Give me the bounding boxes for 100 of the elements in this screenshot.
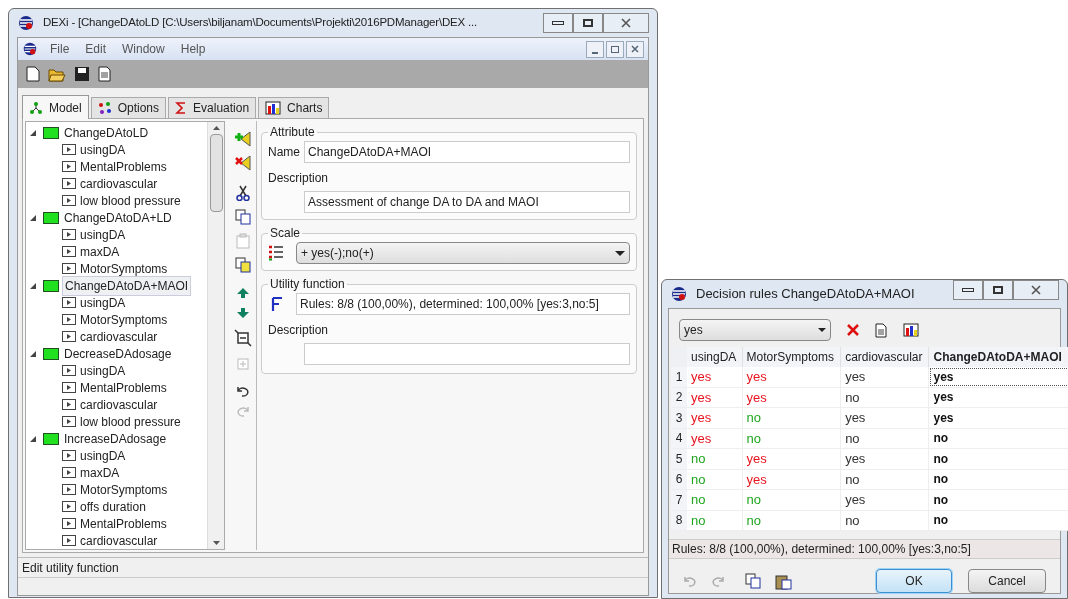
row-number: 1 xyxy=(671,367,687,387)
tree-item[interactable]: cardiovascular xyxy=(80,174,158,193)
description-field[interactable] xyxy=(304,343,630,365)
menu-item[interactable]: Help xyxy=(180,40,206,58)
paste-icon[interactable] xyxy=(775,572,792,590)
attribute-icon xyxy=(62,297,76,308)
column-header[interactable]: cardiovascular xyxy=(840,347,929,367)
table-cell: no xyxy=(929,510,1068,531)
scroll-up-icon[interactable] xyxy=(212,126,220,130)
attribute-icon xyxy=(62,416,76,427)
tree-item[interactable]: ChangeDAtoLD xyxy=(62,123,151,142)
document-icon[interactable] xyxy=(98,66,111,82)
table-cell: no xyxy=(742,510,841,531)
group-heading: Attribute xyxy=(269,124,316,141)
table-cell: yes xyxy=(687,407,743,428)
aggregate-icon xyxy=(43,432,59,445)
copy-icon[interactable] xyxy=(745,573,761,589)
description-field[interactable]: Assessment of change DA to DA and MAOI xyxy=(304,191,630,213)
close-button[interactable] xyxy=(626,40,644,58)
tree-item[interactable]: usingDA xyxy=(80,293,126,312)
move-down-icon[interactable] xyxy=(235,307,250,319)
tree-item[interactable]: low blood pressure xyxy=(80,191,181,210)
tree-item[interactable]: MotorSymptoms xyxy=(80,310,168,329)
tree-item[interactable]: usingDA xyxy=(80,140,126,159)
table-cell: yes xyxy=(929,387,1068,408)
tree-item[interactable]: maxDA xyxy=(80,463,120,482)
tree-item[interactable]: cardiovascular xyxy=(80,531,158,549)
tree-item[interactable]: ChangeDAtoDA+MAOI xyxy=(62,275,192,296)
tree-item[interactable]: usingDA xyxy=(80,446,126,465)
collapse-icon[interactable] xyxy=(233,329,252,347)
field-label: Description xyxy=(268,170,330,187)
move-up-icon[interactable] xyxy=(235,287,250,299)
tree-item[interactable]: DecreaseDAdosage xyxy=(62,344,174,363)
table-cell: yes xyxy=(687,428,743,449)
menu-item[interactable]: Edit xyxy=(85,40,107,58)
copy-icon[interactable] xyxy=(234,209,251,225)
tree-item[interactable]: MentalProblems xyxy=(80,157,167,176)
save-icon[interactable] xyxy=(74,66,90,82)
cut-icon[interactable] xyxy=(235,185,250,201)
column-header[interactable]: usingDA xyxy=(687,347,743,367)
tree-item[interactable]: low blood pressure xyxy=(80,412,181,431)
expanded-icon[interactable] xyxy=(30,282,36,289)
scrollbar-thumb[interactable] xyxy=(209,134,223,212)
menu-item[interactable]: File xyxy=(50,40,70,58)
minimize-button[interactable] xyxy=(953,280,983,300)
field-label: Name xyxy=(268,144,300,161)
tab[interactable]: Evaluation xyxy=(168,97,257,118)
tree-item[interactable]: MotorSymptoms xyxy=(80,259,168,278)
undo-icon[interactable] xyxy=(235,385,250,397)
column-header[interactable]: MotorSymptoms xyxy=(742,347,841,367)
tree-item[interactable]: IncreaseDAdosage xyxy=(62,429,169,448)
tree-item[interactable]: offs duration xyxy=(80,497,146,516)
tree-item[interactable]: cardiovascular xyxy=(80,395,158,414)
maximize-button[interactable] xyxy=(983,280,1013,300)
copy-icon[interactable] xyxy=(234,257,251,273)
new-file-icon[interactable] xyxy=(26,66,40,82)
tab[interactable]: Model xyxy=(22,95,89,119)
minimize-button[interactable] xyxy=(543,13,573,33)
chart-icon xyxy=(265,101,282,115)
document-icon[interactable] xyxy=(875,322,887,338)
expanded-icon[interactable] xyxy=(30,214,36,221)
expanded-icon[interactable] xyxy=(30,350,36,357)
utility-function-field[interactable]: Rules: 8/8 (100,00%), determined: 100,00% [yes:3,no:5] xyxy=(296,293,630,315)
expanded-icon[interactable] xyxy=(30,129,36,136)
attribute-icon xyxy=(62,331,76,342)
tab[interactable]: Charts xyxy=(258,97,330,118)
tree-item[interactable]: cardiovascular xyxy=(80,327,158,346)
tree-item[interactable]: usingDA xyxy=(80,225,126,244)
tree-item[interactable]: usingDA xyxy=(80,361,126,380)
tree-item[interactable]: MentalProblems xyxy=(80,378,167,397)
table-cell: yes xyxy=(840,367,929,387)
attribute-icon xyxy=(62,263,76,274)
scale-dropdown[interactable]: + yes(-);no(+) xyxy=(296,242,630,264)
tab[interactable]: Options xyxy=(90,97,167,118)
scrollbar[interactable] xyxy=(207,122,224,549)
expanded-icon[interactable] xyxy=(30,435,36,442)
tree-item[interactable]: maxDA xyxy=(80,242,120,261)
delete-icon[interactable] xyxy=(847,324,859,336)
restore-button[interactable] xyxy=(606,40,624,58)
add-attribute-icon[interactable] xyxy=(234,131,251,147)
filter-dropdown[interactable]: yes xyxy=(679,319,831,341)
scroll-down-icon[interactable] xyxy=(212,541,220,545)
cancel-button[interactable]: Cancel xyxy=(968,569,1046,593)
table-cell: no xyxy=(929,469,1068,490)
tree-item[interactable]: MotorSymptoms xyxy=(80,480,168,499)
tree-item[interactable]: ChangeDAtoDA+LD xyxy=(62,208,174,227)
minimize-button[interactable] xyxy=(586,40,604,58)
table-cell: no xyxy=(687,489,743,510)
maximize-button[interactable] xyxy=(573,13,603,33)
ok-button[interactable]: OK xyxy=(876,569,952,593)
attribute-icon xyxy=(62,484,76,495)
chart-icon[interactable] xyxy=(903,322,919,338)
table-cell: no xyxy=(742,489,841,510)
tree-item[interactable]: MentalProblems xyxy=(80,514,167,533)
table-cell: yes xyxy=(840,489,929,510)
open-folder-icon[interactable] xyxy=(48,66,66,82)
name-field[interactable]: ChangeDAtoDA+MAOI xyxy=(304,141,630,163)
column-header[interactable]: ChangeDAtoDA+MAOI xyxy=(929,347,1068,367)
delete-attribute-icon[interactable] xyxy=(234,155,251,171)
menu-item[interactable]: Window xyxy=(122,40,165,58)
